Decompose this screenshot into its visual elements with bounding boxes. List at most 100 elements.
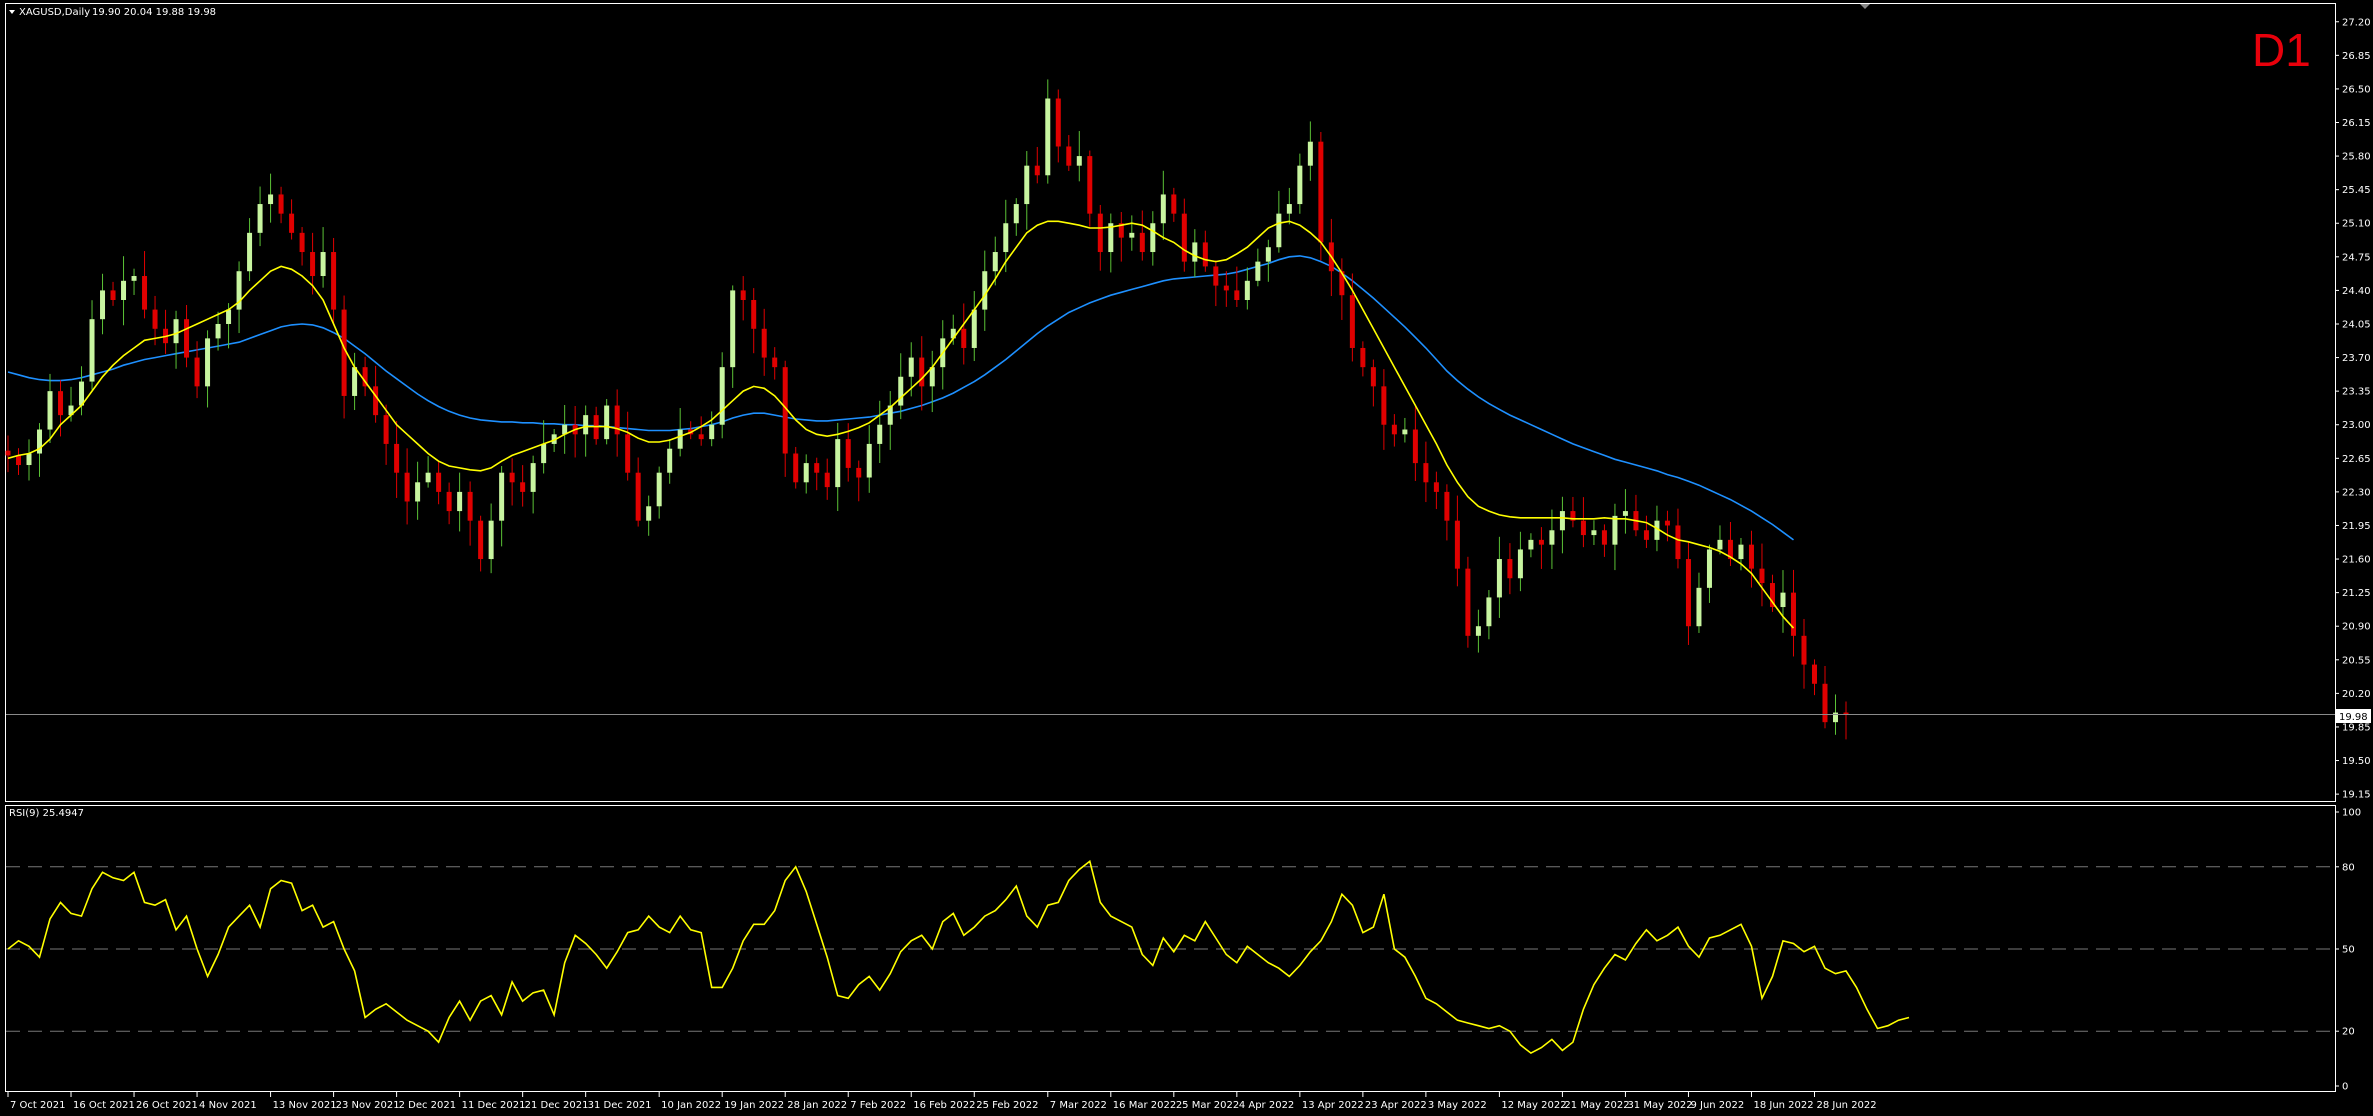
candle xyxy=(1118,211,1124,262)
candle xyxy=(1822,665,1828,729)
candle-body xyxy=(635,472,641,521)
candle-body xyxy=(289,213,295,233)
rsi-path xyxy=(7,859,1910,1055)
candle-body xyxy=(656,472,662,507)
candle xyxy=(1643,515,1649,548)
candle xyxy=(1097,204,1103,271)
candle-body xyxy=(1423,463,1429,483)
shift-marker-icon[interactable] xyxy=(1860,4,1870,9)
candle-body xyxy=(1307,141,1313,166)
candle-body xyxy=(866,443,872,478)
candle-body xyxy=(1097,213,1103,253)
candle xyxy=(1255,248,1261,287)
candle-body xyxy=(446,491,452,512)
candle xyxy=(352,352,358,411)
candle-body xyxy=(383,415,389,444)
candle-body xyxy=(761,328,767,358)
candle xyxy=(404,448,410,525)
candle xyxy=(184,304,190,368)
candle-body xyxy=(478,520,484,560)
candle xyxy=(1633,494,1639,537)
candle-body xyxy=(1759,568,1765,584)
rsi-tick-label: 0 xyxy=(2342,1082,2348,1093)
candle-body xyxy=(404,472,410,502)
candle xyxy=(1391,414,1397,447)
price-tick-label: 26.50 xyxy=(2342,84,2371,95)
candle-body xyxy=(26,453,32,466)
candle xyxy=(1685,541,1691,645)
candle xyxy=(268,173,274,223)
candle xyxy=(1202,230,1208,272)
candle-body xyxy=(257,204,263,233)
candle xyxy=(341,295,347,419)
fast-ma-path xyxy=(7,220,1795,629)
candle xyxy=(1087,150,1093,227)
candle xyxy=(320,227,326,288)
candle-body xyxy=(1265,247,1271,262)
price-tick-label: 21.60 xyxy=(2342,555,2371,566)
fast-moving-average xyxy=(7,220,1795,629)
candle xyxy=(751,288,757,354)
time-tick-label: 21 May 2022 xyxy=(1564,1100,1629,1111)
candle-body xyxy=(436,472,442,492)
time-tick-label: 13 Apr 2022 xyxy=(1302,1100,1364,1111)
candle-body xyxy=(509,472,515,483)
candle-body xyxy=(373,386,379,416)
candle xyxy=(1066,135,1072,171)
candle xyxy=(614,389,620,457)
candle-body xyxy=(1454,520,1460,569)
price-tick-label: 19.50 xyxy=(2342,756,2371,767)
candle-body xyxy=(394,443,400,473)
price-tick-label: 24.05 xyxy=(2342,319,2371,330)
candle xyxy=(1433,471,1439,510)
candle-body xyxy=(1790,592,1796,636)
candle-body xyxy=(247,232,253,272)
candle-body xyxy=(1003,223,1009,253)
candle xyxy=(1276,190,1282,253)
time-tick-label: 12 May 2022 xyxy=(1501,1100,1566,1111)
candle-body xyxy=(1181,213,1187,262)
candle-body xyxy=(646,506,652,521)
candle-body xyxy=(667,448,673,473)
candle xyxy=(1706,544,1712,603)
candle xyxy=(635,457,641,527)
candle xyxy=(1381,369,1387,450)
candle xyxy=(1034,146,1040,184)
candle-body xyxy=(1685,559,1691,627)
candle xyxy=(824,458,830,500)
candle xyxy=(709,411,715,447)
candle xyxy=(1591,520,1597,546)
candle-body xyxy=(100,290,106,320)
candle xyxy=(583,405,589,457)
candle xyxy=(698,416,704,446)
candle-body xyxy=(1087,156,1093,214)
candle xyxy=(793,446,799,489)
candle-body xyxy=(1706,549,1712,588)
candle-body xyxy=(121,280,127,300)
candle-body xyxy=(352,367,358,396)
price-tick-label: 25.80 xyxy=(2342,152,2371,163)
candle xyxy=(1769,574,1775,612)
candle xyxy=(1171,187,1177,222)
price-tick-label: 21.95 xyxy=(2342,521,2371,532)
candle xyxy=(1444,484,1450,541)
price-tick-label: 25.45 xyxy=(2342,185,2371,196)
candle-body xyxy=(1465,568,1471,636)
time-tick-label: 26 Oct 2021 xyxy=(136,1100,198,1111)
candle xyxy=(761,308,767,376)
candle xyxy=(1108,213,1114,273)
candle-body xyxy=(1780,592,1786,608)
candle xyxy=(1843,701,1849,740)
candle xyxy=(604,399,610,445)
rsi-axis: 100 80 50 20 0 xyxy=(2335,808,2361,1093)
candle xyxy=(719,352,725,439)
candle-body xyxy=(415,482,421,502)
candle xyxy=(26,439,32,481)
dropdown-triangle-icon[interactable] xyxy=(9,10,15,14)
candle xyxy=(89,300,95,390)
candle-body xyxy=(142,276,148,310)
candle-body xyxy=(1234,290,1240,300)
price-tick-label: 24.40 xyxy=(2342,286,2371,297)
candle xyxy=(1244,267,1250,310)
candle xyxy=(919,336,925,411)
